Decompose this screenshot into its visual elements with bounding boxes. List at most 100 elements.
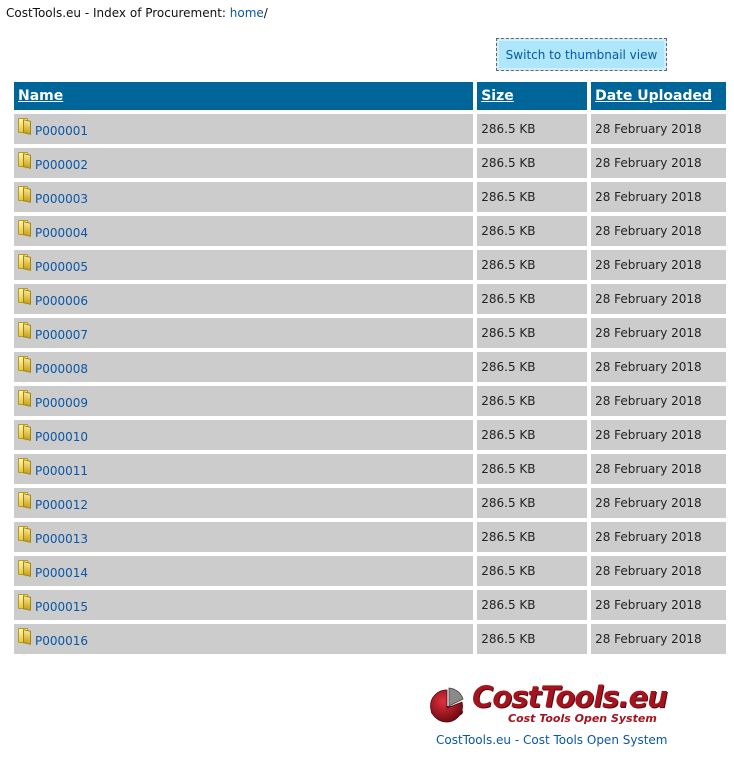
cell-date: 28 February 2018 bbox=[591, 114, 726, 144]
table-row: P000009 286.5 KB 28 February 2018 bbox=[14, 386, 726, 416]
file-link[interactable]: P000010 bbox=[35, 430, 88, 444]
breadcrumb-suffix: / bbox=[263, 6, 268, 20]
cell-date: 28 February 2018 bbox=[591, 148, 726, 178]
cell-date: 28 February 2018 bbox=[591, 182, 726, 212]
cell-name: P000011 bbox=[14, 454, 474, 484]
cell-size: 286.5 KB bbox=[477, 522, 588, 552]
cell-date: 28 February 2018 bbox=[591, 352, 726, 382]
table-row: P000006 286.5 KB 28 February 2018 bbox=[14, 284, 726, 314]
breadcrumb-home-link[interactable]: home bbox=[230, 6, 264, 20]
file-link[interactable]: P000014 bbox=[35, 566, 88, 580]
folder-icon bbox=[18, 355, 31, 373]
cell-size: 286.5 KB bbox=[477, 386, 588, 416]
footer-home-link[interactable]: CostTools.eu - Cost Tools Open System bbox=[436, 733, 667, 747]
folder-icon bbox=[18, 525, 31, 543]
file-link[interactable]: P000004 bbox=[35, 226, 88, 240]
file-link[interactable]: P000008 bbox=[35, 362, 88, 376]
folder-icon bbox=[18, 219, 31, 237]
cell-size: 286.5 KB bbox=[477, 250, 588, 280]
cell-name: P000013 bbox=[14, 522, 474, 552]
file-link[interactable]: P000013 bbox=[35, 532, 88, 546]
sort-by-size-link[interactable]: Size bbox=[481, 88, 514, 104]
column-header-name: Name bbox=[14, 82, 474, 110]
cell-date: 28 February 2018 bbox=[591, 216, 726, 246]
switch-thumbnail-view-button[interactable]: Switch to thumbnail view bbox=[499, 41, 664, 68]
table-header-row: Name Size Date Uploaded bbox=[14, 82, 726, 110]
cell-size: 286.5 KB bbox=[477, 148, 588, 178]
folder-icon bbox=[18, 287, 31, 305]
cell-date: 28 February 2018 bbox=[591, 250, 726, 280]
folder-icon bbox=[18, 321, 31, 339]
cell-date: 28 February 2018 bbox=[591, 556, 726, 586]
file-link[interactable]: P000012 bbox=[35, 498, 88, 512]
cell-name: P000010 bbox=[14, 420, 474, 450]
folder-icon bbox=[18, 151, 31, 169]
file-link[interactable]: P000001 bbox=[35, 124, 88, 138]
file-link[interactable]: P000006 bbox=[35, 294, 88, 308]
pie-chart-icon bbox=[430, 687, 464, 723]
cell-size: 286.5 KB bbox=[477, 352, 588, 382]
column-header-size: Size bbox=[477, 82, 588, 110]
folder-icon bbox=[18, 253, 31, 271]
cell-date: 28 February 2018 bbox=[591, 488, 726, 518]
folder-icon bbox=[18, 423, 31, 441]
cell-name: P000015 bbox=[14, 590, 474, 620]
file-link[interactable]: P000011 bbox=[35, 464, 88, 478]
table-row: P000010 286.5 KB 28 February 2018 bbox=[14, 420, 726, 450]
sort-by-name-link[interactable]: Name bbox=[18, 88, 63, 104]
table-row: P000014 286.5 KB 28 February 2018 bbox=[14, 556, 726, 586]
sort-by-date-link[interactable]: Date Uploaded bbox=[595, 88, 712, 104]
folder-icon bbox=[18, 185, 31, 203]
cell-size: 286.5 KB bbox=[477, 454, 588, 484]
breadcrumb: CostTools.eu - Index of Procurement: hom… bbox=[6, 6, 268, 20]
folder-icon bbox=[18, 593, 31, 611]
cell-size: 286.5 KB bbox=[477, 624, 588, 654]
view-switch-box: Switch to thumbnail view bbox=[496, 38, 667, 71]
logo-text: CostTools.eu bbox=[472, 680, 668, 714]
cell-size: 286.5 KB bbox=[477, 488, 588, 518]
folder-icon bbox=[18, 627, 31, 645]
table-row: P000005 286.5 KB 28 February 2018 bbox=[14, 250, 726, 280]
folder-icon bbox=[18, 389, 31, 407]
cell-name: P000016 bbox=[14, 624, 474, 654]
table-row: P000011 286.5 KB 28 February 2018 bbox=[14, 454, 726, 484]
cell-name: P000003 bbox=[14, 182, 474, 212]
cell-size: 286.5 KB bbox=[477, 284, 588, 314]
table-row: P000012 286.5 KB 28 February 2018 bbox=[14, 488, 726, 518]
file-link[interactable]: P000003 bbox=[35, 192, 88, 206]
table-row: P000013 286.5 KB 28 February 2018 bbox=[14, 522, 726, 552]
cell-size: 286.5 KB bbox=[477, 114, 588, 144]
cell-name: P000008 bbox=[14, 352, 474, 382]
cell-size: 286.5 KB bbox=[477, 556, 588, 586]
file-link[interactable]: P000007 bbox=[35, 328, 88, 342]
costtools-logo[interactable]: CostTools.eu Cost Tools Open System bbox=[428, 680, 678, 728]
table-row: P000015 286.5 KB 28 February 2018 bbox=[14, 590, 726, 620]
cell-date: 28 February 2018 bbox=[591, 386, 726, 416]
cell-name: P000012 bbox=[14, 488, 474, 518]
footer-link-container: CostTools.eu - Cost Tools Open System bbox=[436, 733, 667, 747]
cell-date: 28 February 2018 bbox=[591, 454, 726, 484]
table-row: P000003 286.5 KB 28 February 2018 bbox=[14, 182, 726, 212]
logo-subtitle: Cost Tools Open System bbox=[508, 712, 657, 725]
cell-size: 286.5 KB bbox=[477, 216, 588, 246]
cell-name: P000014 bbox=[14, 556, 474, 586]
cell-size: 286.5 KB bbox=[477, 420, 588, 450]
file-link[interactable]: P000015 bbox=[35, 600, 88, 614]
file-link[interactable]: P000016 bbox=[35, 634, 88, 648]
table-row: P000008 286.5 KB 28 February 2018 bbox=[14, 352, 726, 382]
file-link[interactable]: P000009 bbox=[35, 396, 88, 410]
file-link[interactable]: P000002 bbox=[35, 158, 88, 172]
table-row: P000002 286.5 KB 28 February 2018 bbox=[14, 148, 726, 178]
cell-name: P000009 bbox=[14, 386, 474, 416]
file-link[interactable]: P000005 bbox=[35, 260, 88, 274]
column-header-date: Date Uploaded bbox=[591, 82, 726, 110]
folder-icon bbox=[18, 117, 31, 135]
cell-name: P000004 bbox=[14, 216, 474, 246]
cell-name: P000002 bbox=[14, 148, 474, 178]
cell-date: 28 February 2018 bbox=[591, 624, 726, 654]
cell-date: 28 February 2018 bbox=[591, 318, 726, 348]
table-row: P000007 286.5 KB 28 February 2018 bbox=[14, 318, 726, 348]
folder-icon bbox=[18, 457, 31, 475]
folder-icon bbox=[18, 491, 31, 509]
cell-size: 286.5 KB bbox=[477, 318, 588, 348]
